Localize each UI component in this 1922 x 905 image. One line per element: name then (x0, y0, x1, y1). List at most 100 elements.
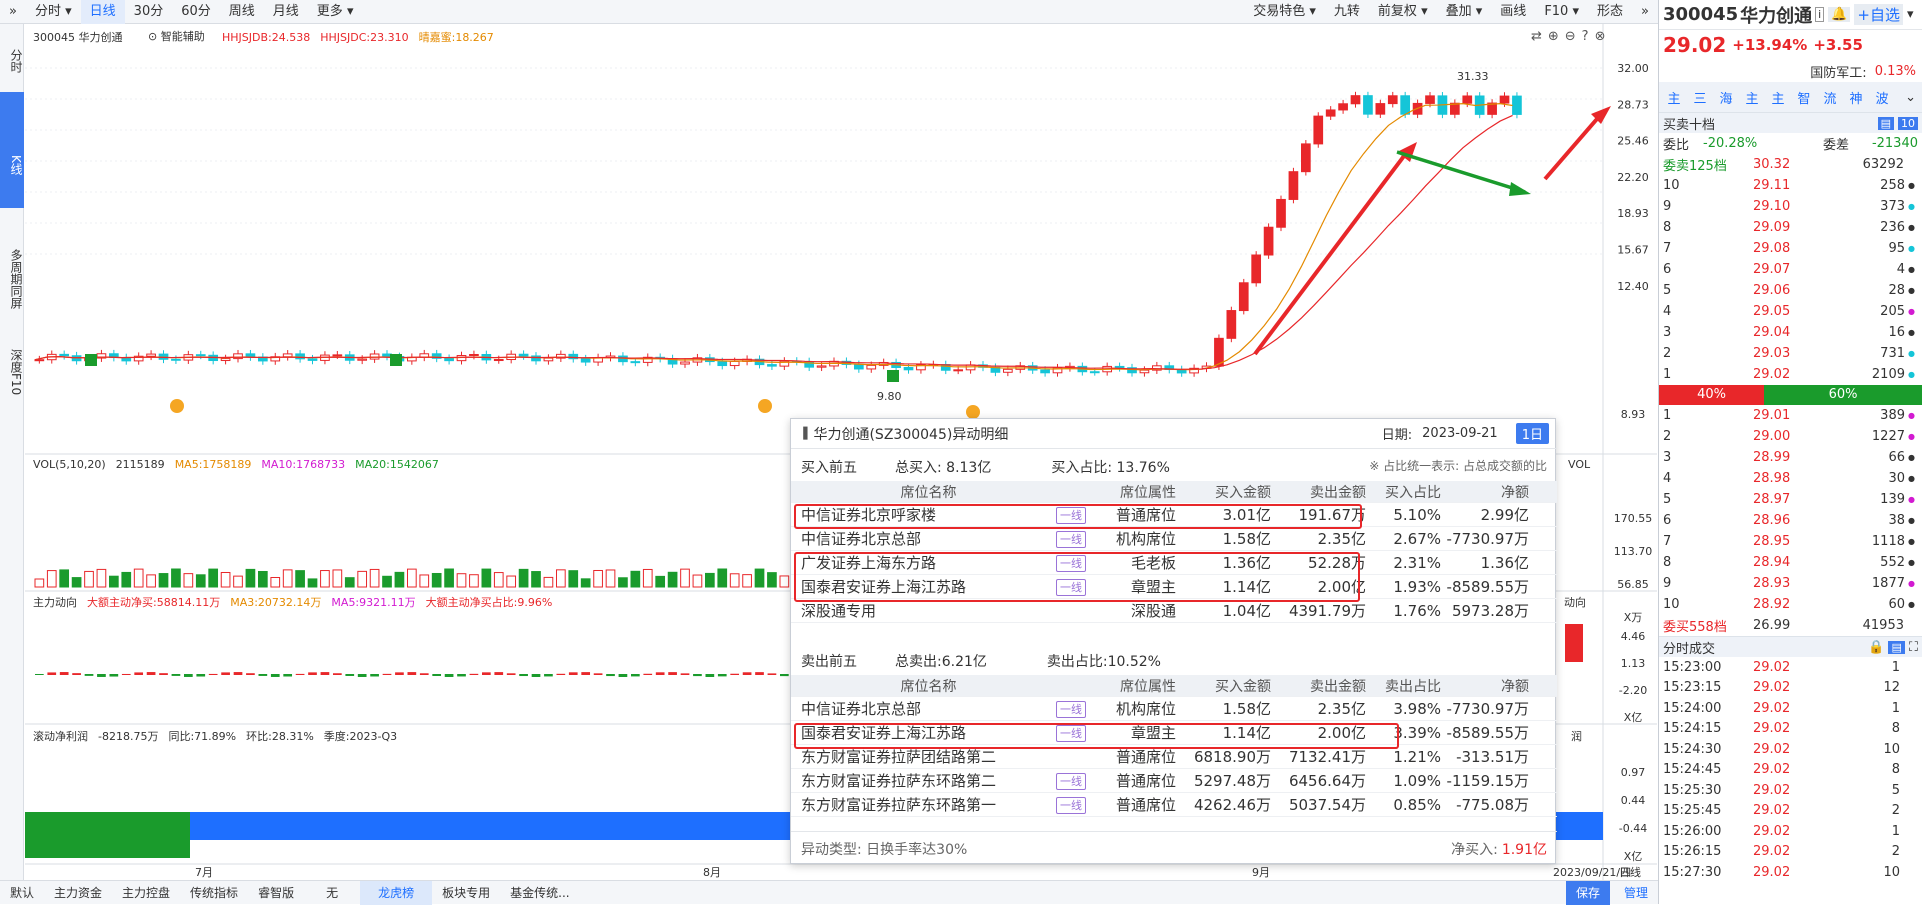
order-level-row[interactable]: 6 28.96 38 ● (1659, 510, 1922, 531)
quote-tab[interactable]: 神 (1845, 88, 1867, 107)
flow-bar (482, 672, 491, 675)
quote-tab[interactable]: 主 (1741, 88, 1763, 107)
order-level-row[interactable]: 1 29.01 389 ● (1659, 405, 1922, 426)
date-value: 2023-09-21 (1422, 426, 1498, 441)
tab-fund[interactable]: 基金传统... (500, 881, 579, 905)
rail-fenshi[interactable]: 分时 (0, 24, 24, 92)
seat-row[interactable]: 中信证券北京总部 一线 机构席位 1.58亿 2.35亿 3.98% -7730.97万 (791, 697, 1557, 721)
order-level-row[interactable]: 1 29.02 2109 ● (1659, 364, 1922, 385)
manage-button[interactable]: 管理 (1614, 881, 1658, 905)
trade-row: 15:23:15 29.02 12 (1659, 678, 1922, 699)
quote-header: 300045 华力创通 i 🔔 +自选 ▾ (1659, 0, 1922, 30)
adjust-menu[interactable]: 前复权 ▾ (1369, 0, 1437, 24)
period-tab-30min[interactable]: 30分 (125, 0, 173, 24)
seat-row[interactable]: 中信证券北京总部 一线 机构席位 1.58亿 2.35亿 2.67% -7730.97万 (791, 527, 1557, 551)
order-level-row[interactable]: 2 29.00 1227 ● (1659, 426, 1922, 447)
chart-tool-icons[interactable]: ⇄⊕⊖?⊗ (1531, 29, 1611, 44)
period-tab-fenshi[interactable]: 分时 ▾ (26, 0, 81, 24)
level-price: 28.97 (1753, 492, 1791, 507)
rail-multi-period[interactable]: 多周期同屏 (0, 208, 24, 316)
flow-bar (270, 674, 280, 677)
smart-assist-toggle[interactable]: ⊙ 智能辅助 (148, 28, 205, 44)
order-level-row[interactable]: 7 28.95 1118 ● (1659, 531, 1922, 552)
tab-none[interactable]: 无 (304, 881, 360, 905)
flow-bar (208, 673, 218, 675)
longhubang-detail-popup[interactable]: ▐ 华力创通(SZ300045)异动明细 日期: 2023-09-21 1日 买… (790, 418, 1557, 864)
nine-turn-button[interactable]: 九转 (1325, 0, 1369, 24)
ten-level-toggle[interactable]: 10 (1898, 116, 1918, 130)
add-watchlist-button[interactable]: +自选 (1854, 4, 1903, 25)
quote-tab[interactable]: 三 (1689, 88, 1711, 107)
flow-bar (333, 673, 342, 675)
quote-tab[interactable]: 海 (1715, 88, 1737, 107)
seat-row[interactable]: 东方财富证券拉萨东环路第一 一线 普通席位 4262.46万 5037.54万 0.85%… (791, 793, 1557, 817)
flow-tick: -2.20 (1619, 684, 1647, 697)
order-level-row[interactable]: 6 29.07 4 ● (1659, 259, 1922, 280)
first-tier-tag[interactable]: 一线 (1056, 529, 1096, 548)
pattern-button[interactable]: 形态 (1588, 0, 1632, 24)
period-tab-weekly[interactable]: 周线 (220, 0, 264, 24)
order-level-row[interactable]: 8 29.09 236 ● (1659, 217, 1922, 238)
quote-tab[interactable]: 主 (1767, 88, 1789, 107)
overlay-menu[interactable]: 叠加 ▾ (1437, 0, 1492, 24)
first-tier-tag[interactable]: 一线 (1056, 795, 1096, 814)
order-level-row[interactable]: 9 29.10 373 ● (1659, 196, 1922, 217)
trade-time: 15:24:15 (1663, 721, 1722, 737)
quote-tab[interactable]: 智 (1793, 88, 1815, 107)
order-level-row[interactable]: 10 28.92 60 ● (1659, 594, 1922, 615)
period-tab-60min[interactable]: 60分 (172, 0, 220, 24)
chevron-down-icon[interactable]: ▾ (1907, 7, 1914, 22)
order-level-row[interactable]: 9 28.93 1877 ● (1659, 573, 1922, 594)
level-volume: 258 (1880, 178, 1905, 193)
first-tier-tag[interactable]: 一线 (1056, 699, 1096, 718)
volume-bar (332, 569, 343, 588)
rail-kline[interactable]: K线 (0, 92, 24, 208)
collapse-right-icon[interactable]: » (1632, 0, 1658, 24)
price-tick: 12.40 (1617, 280, 1649, 293)
flow-bar (47, 672, 57, 675)
tab-main-funds[interactable]: 主力资金 (44, 881, 112, 905)
quote-tab[interactable]: 流 (1819, 88, 1841, 107)
trade-feature-menu[interactable]: 交易特色 ▾ (1244, 0, 1325, 24)
order-level-row[interactable]: 4 29.05 205 ● (1659, 301, 1922, 322)
tab-main-control[interactable]: 主力控盘 (112, 881, 180, 905)
tab-traditional[interactable]: 传统指标 (180, 881, 248, 905)
order-level-row[interactable]: 3 29.04 16 ● (1659, 322, 1922, 343)
tab-sector[interactable]: 板块专用 (432, 881, 500, 905)
order-level-row[interactable]: 5 29.06 28 ● (1659, 280, 1922, 301)
tab-ruizhi[interactable]: 睿智版 (248, 881, 304, 905)
order-level-row[interactable]: 10 29.11 258 ● (1659, 175, 1922, 196)
order-level-row[interactable]: 8 28.94 552 ● (1659, 552, 1922, 573)
trade-time: 15:27:30 (1663, 864, 1722, 880)
quote-tab[interactable]: 主 (1663, 88, 1685, 107)
f10-menu[interactable]: F10 ▾ (1535, 0, 1588, 24)
save-button[interactable]: 保存 (1565, 880, 1610, 905)
expand-icon[interactable]: ⛶ (1909, 640, 1918, 655)
seat-row[interactable]: 深股通专用 深股通 1.04亿 4391.79万 1.76% 5973.28万 (791, 599, 1557, 623)
period-tab-monthly[interactable]: 月线 (264, 0, 308, 24)
table-icon[interactable]: ▤ (1877, 116, 1894, 130)
period-tab-more[interactable]: 更多 ▾ (308, 0, 363, 24)
rail-deep-f10[interactable]: 深度F10 (0, 316, 24, 424)
info-icon[interactable]: i (1815, 7, 1825, 22)
order-level-row[interactable]: 4 28.98 30 ● (1659, 468, 1922, 489)
order-level-row[interactable]: 3 28.99 66 ● (1659, 447, 1922, 468)
table-icon[interactable]: ▤ (1888, 640, 1905, 654)
period-tab-daily[interactable]: 日线 (80, 0, 125, 24)
order-level-row[interactable]: 7 29.08 95 ● (1659, 238, 1922, 259)
chevron-down-icon[interactable]: ⌄ (1905, 90, 1916, 105)
date-range-button[interactable]: 1日 (1515, 423, 1549, 444)
buy-sell-ratio-bar: 40% 60% (1659, 385, 1922, 405)
order-level-row[interactable]: 5 28.97 139 ● (1659, 489, 1922, 510)
quote-tab[interactable]: 波 (1871, 88, 1893, 107)
tab-longhubang[interactable]: 龙虎榜 (360, 880, 433, 905)
first-tier-tag[interactable]: 一线 (1056, 771, 1096, 790)
order-level-row[interactable]: 2 29.03 731 ● (1659, 343, 1922, 364)
collapse-left-icon[interactable]: » (0, 0, 26, 24)
lock-icon[interactable]: 🔒 (1868, 640, 1884, 655)
seat-row[interactable]: 东方财富证券拉萨东环路第二 一线 普通席位 5297.48万 6456.64万 1.09%… (791, 769, 1557, 793)
tab-default[interactable]: 默认 (0, 881, 44, 905)
draw-line-button[interactable]: 画线 (1491, 0, 1535, 24)
industry-line[interactable]: 国防军工: 0.13% (1659, 60, 1922, 82)
bell-icon[interactable]: 🔔 (1828, 7, 1851, 22)
